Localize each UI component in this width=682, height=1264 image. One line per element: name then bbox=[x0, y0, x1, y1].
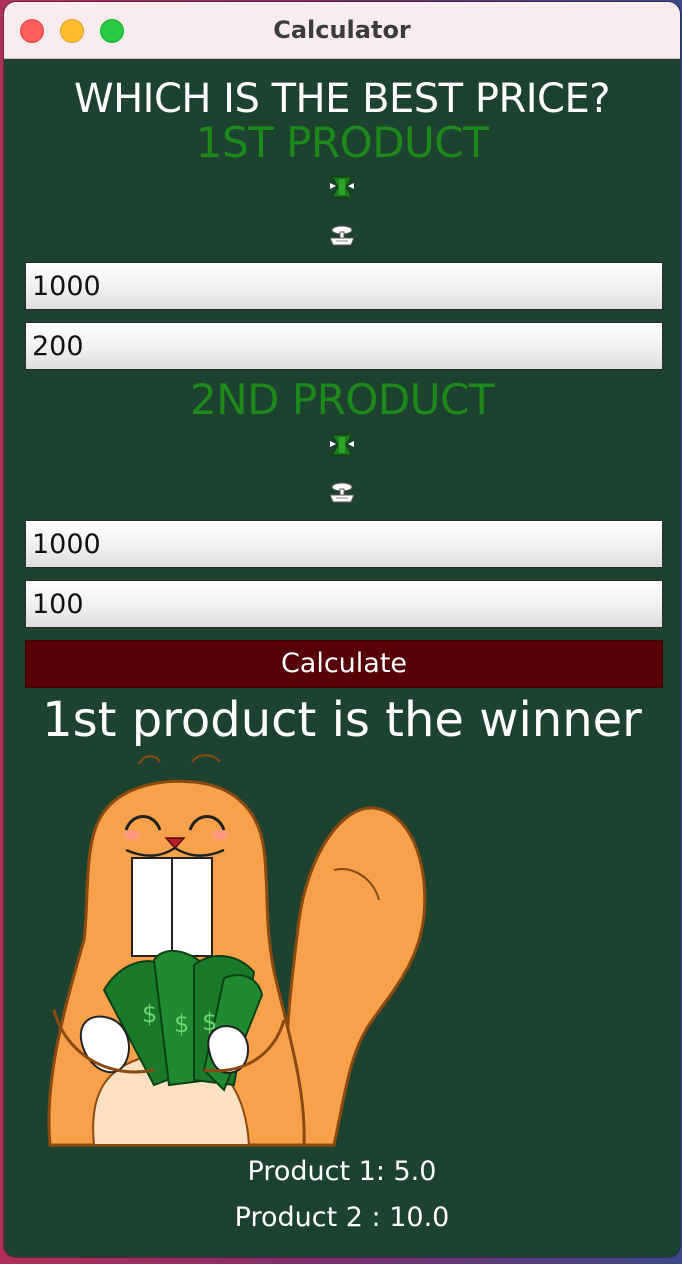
product1-quantity-input[interactable] bbox=[25, 322, 663, 370]
winner-text: 1st product is the winner bbox=[42, 692, 642, 748]
window-title: Calculator bbox=[273, 16, 411, 44]
svg-text:$: $ bbox=[142, 1000, 157, 1028]
product2-heading: 2ND PRODUCT bbox=[190, 375, 494, 424]
scale-icon bbox=[329, 225, 355, 246]
product1-result: Product 1: 5.0 bbox=[247, 1156, 437, 1187]
beaver-holding-money-illustration: $ $ $ bbox=[47, 754, 427, 1147]
app-window: Calculator WHICH IS THE BEST PRICE? 1ST … bbox=[4, 2, 680, 1257]
scale-icon bbox=[329, 482, 355, 503]
money-bag-icon bbox=[330, 434, 354, 456]
svg-text:$: $ bbox=[174, 1010, 189, 1038]
product2-result: Product 2 : 10.0 bbox=[234, 1202, 450, 1233]
product2-price-input[interactable] bbox=[25, 520, 663, 568]
product1-heading: 1ST PRODUCT bbox=[195, 118, 489, 167]
money-bag-icon bbox=[330, 176, 354, 198]
page-title: WHICH IS THE BEST PRICE? bbox=[74, 76, 610, 122]
product1-price-input[interactable] bbox=[25, 262, 663, 310]
title-bar: Calculator bbox=[4, 2, 680, 59]
product2-quantity-input[interactable] bbox=[25, 580, 663, 628]
calculate-button[interactable]: Calculate bbox=[25, 640, 663, 688]
